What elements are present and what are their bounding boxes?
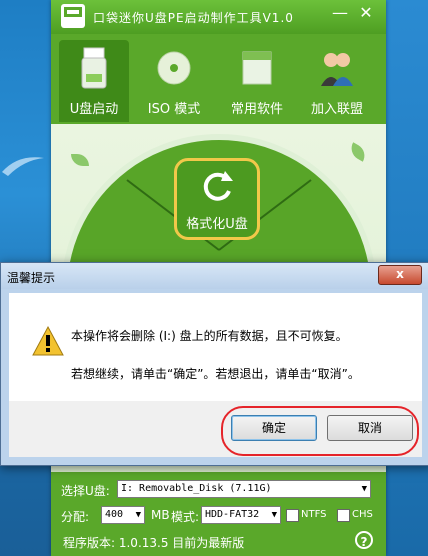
chevron-down-icon: ▼ xyxy=(361,484,367,494)
alloc-label: 分配: xyxy=(61,510,90,524)
usb-drive-icon xyxy=(81,47,107,89)
format-usb-label: 格式化U盘 xyxy=(186,217,248,232)
close-button[interactable]: ✕ xyxy=(353,2,379,26)
select-drive-label: 选择U盘: xyxy=(61,484,110,498)
drive-select[interactable]: I: Removable_Disk (7.11G) ▼ xyxy=(117,480,371,498)
ntfs-checkbox[interactable] xyxy=(286,509,299,522)
dialog-close-button[interactable]: x xyxy=(378,265,422,285)
ok-button[interactable]: 确定 xyxy=(231,415,317,441)
version-text: 程序版本: 1.0.13.5 目前为最新版 xyxy=(63,536,245,550)
disc-icon xyxy=(157,51,191,85)
dialog-titlebar: 温馨提示 x xyxy=(1,263,428,289)
dialog-message-line1: 本操作将会删除 (I:) 盘上的所有数据，且不可恢复。 xyxy=(71,329,348,343)
chevron-down-icon: ▼ xyxy=(135,510,141,520)
nav-software[interactable]: 常用软件 xyxy=(222,40,292,122)
chevron-down-icon: ▼ xyxy=(271,510,277,520)
app-nav: U盘启动 ISO 模式 常用软件 加入联盟 xyxy=(51,34,386,124)
chs-label: CHS xyxy=(352,509,373,520)
nav-label: 常用软件 xyxy=(230,102,283,117)
dialog-message-line2: 若想继续，请单击“确定”。若想退出，请单击“取消”。 xyxy=(71,367,360,381)
nav-join-alliance[interactable]: 加入联盟 xyxy=(302,40,372,122)
app-logo xyxy=(61,4,85,28)
desktop-logo-swoosh xyxy=(2,157,44,176)
warning-dialog: 温馨提示 x 本操作将会删除 (I:) 盘上的所有数据，且不可恢复。 若想继续，… xyxy=(0,262,428,466)
app-titlebar: 口袋迷你U盘PE启动制作工具V1.0 — ✕ xyxy=(51,0,386,34)
people-icon xyxy=(321,53,353,86)
settings-panel: 选择U盘: I: Removable_Disk (7.11G) ▼ 分配: 40… xyxy=(51,472,386,556)
minimize-button[interactable]: — xyxy=(327,2,353,26)
mode-select-value: HDD-FAT32 xyxy=(205,509,260,520)
nav-label: U盘启动 xyxy=(69,102,119,117)
warning-icon xyxy=(32,325,64,356)
help-icon[interactable]: ? xyxy=(355,531,373,549)
alloc-select[interactable]: 400 ▼ xyxy=(101,506,145,524)
nav-iso-mode[interactable]: ISO 模式 xyxy=(139,40,209,122)
chs-checkbox[interactable] xyxy=(337,509,350,522)
nav-label: ISO 模式 xyxy=(147,102,201,117)
mb-unit-label: MB xyxy=(151,508,170,522)
nav-usb-boot[interactable]: U盘启动 xyxy=(59,40,129,122)
cancel-button[interactable]: 取消 xyxy=(327,415,413,441)
software-box-icon xyxy=(242,51,272,85)
ntfs-label: NTFS xyxy=(301,509,327,520)
dialog-content: 本操作将会删除 (I:) 盘上的所有数据，且不可恢复。 若想继续，请单击“确定”… xyxy=(9,293,422,401)
mode-label: 模式: xyxy=(171,510,200,524)
app-title: 口袋迷你U盘PE启动制作工具V1.0 xyxy=(93,11,294,25)
nav-label: 加入联盟 xyxy=(310,102,363,117)
format-usb-button[interactable]: 格式化U盘 xyxy=(174,158,260,240)
alloc-select-value: 400 xyxy=(105,509,124,520)
dialog-footer: 确定 取消 xyxy=(9,401,422,457)
mode-select[interactable]: HDD-FAT32 ▼ xyxy=(201,506,281,524)
refresh-icon xyxy=(203,171,233,201)
drive-select-value: I: Removable_Disk (7.11G) xyxy=(121,483,272,494)
app-logo-icon xyxy=(64,7,82,17)
dialog-title: 温馨提示 xyxy=(7,271,56,285)
